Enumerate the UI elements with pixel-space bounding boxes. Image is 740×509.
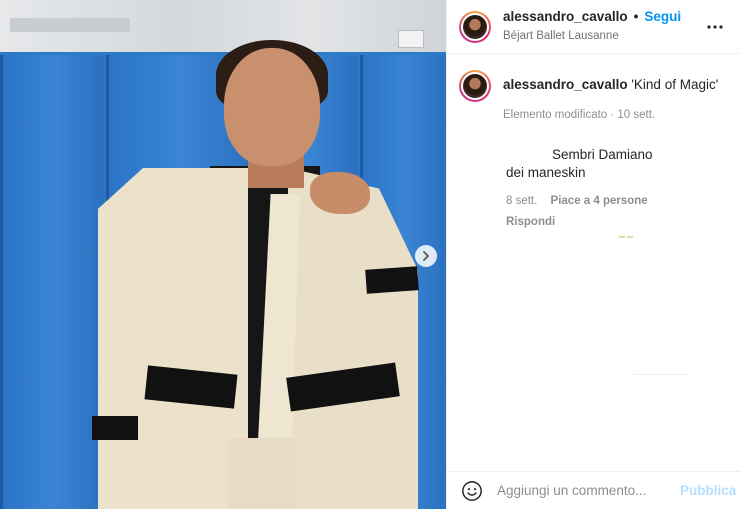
caption: alessandro_cavallo 'Kind of Magic' Eleme… xyxy=(459,70,728,122)
jacket-left xyxy=(98,168,248,509)
chevron-right-icon xyxy=(423,251,429,261)
post-location[interactable]: Béjart Ballet Lausanne xyxy=(503,29,681,43)
caption-text: 'Kind of Magic' xyxy=(631,77,719,92)
trousers xyxy=(228,438,298,509)
comment-item: Sembri Damiano dei maneskin 8 sett. Piac… xyxy=(459,146,728,229)
jacket-stripe xyxy=(92,416,138,440)
comment-likes[interactable]: Piace a 4 persone xyxy=(551,195,648,207)
caption-username[interactable]: alessandro_cavallo xyxy=(503,77,628,92)
separator-dot: • xyxy=(633,9,639,25)
author-username[interactable]: alessandro_cavallo xyxy=(503,9,628,26)
caption-meta: Elemento modificato · 10 sett. xyxy=(503,108,656,121)
caption-avatar[interactable] xyxy=(459,70,491,102)
post-header: alessandro_cavallo • Segui Béjart Ballet… xyxy=(447,0,740,54)
face xyxy=(224,48,320,166)
author-avatar[interactable] xyxy=(459,10,491,43)
carousel-next-button[interactable] xyxy=(415,245,437,267)
post-side-panel: alessandro_cavallo • Segui Béjart Ballet… xyxy=(446,0,740,509)
follow-button[interactable]: Segui xyxy=(644,9,681,26)
publish-button[interactable]: Pubblica xyxy=(680,483,736,498)
comment-text-line: dei maneskin xyxy=(506,165,586,181)
comments-list: alessandro_cavallo 'Kind of Magic' Eleme… xyxy=(447,54,740,229)
jacket-right xyxy=(288,168,418,509)
jacket-stripe xyxy=(365,266,419,294)
photo-subject xyxy=(88,18,428,509)
post-photo[interactable] xyxy=(0,0,446,509)
loading-indicator xyxy=(619,236,633,238)
comment-composer: Pubblica xyxy=(447,471,740,509)
comment-input[interactable] xyxy=(497,483,674,498)
more-horizontal-icon xyxy=(707,25,723,29)
smiley-icon[interactable] xyxy=(461,480,483,502)
hand xyxy=(310,172,370,214)
divider xyxy=(633,374,689,375)
comment-text-line: Sembri Damiano xyxy=(552,147,653,163)
comment-time[interactable]: 8 sett. xyxy=(506,195,537,207)
more-options-button[interactable] xyxy=(706,18,724,36)
reply-button[interactable]: Rispondi xyxy=(459,215,728,230)
